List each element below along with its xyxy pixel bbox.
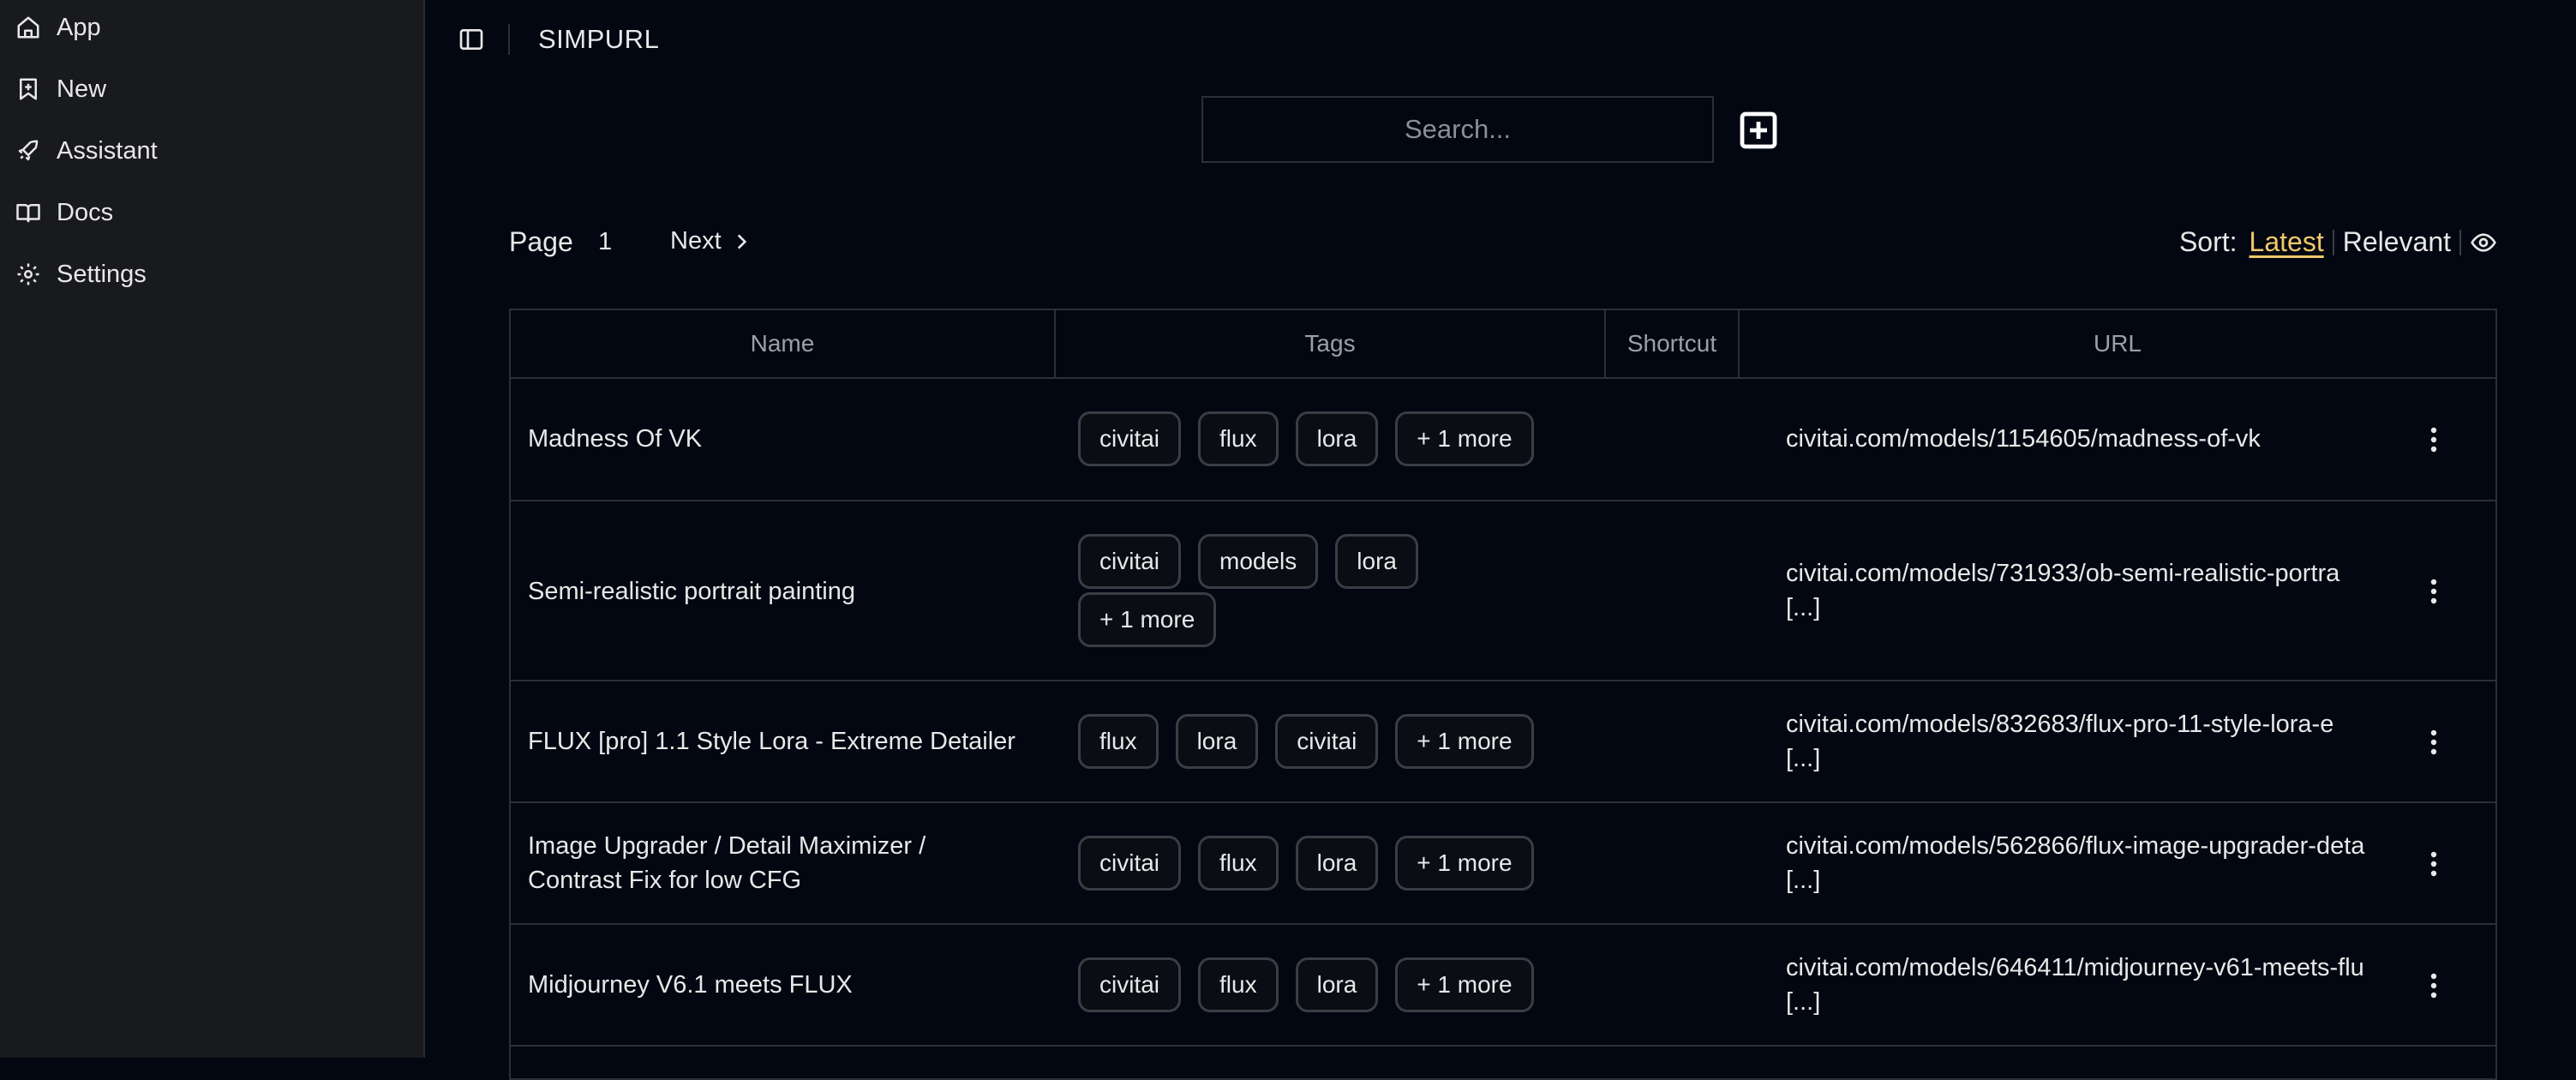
tag-chip[interactable]: lora [1175, 714, 1259, 769]
row-tags: civitai flux lora + 1 more [1078, 836, 1592, 891]
sort-controls: Sort: Latest Relevant [2179, 226, 2497, 258]
tag-chip[interactable]: flux [1078, 714, 1159, 769]
row-tags: flux lora civitai + 1 more [1078, 714, 1592, 769]
more-tags-chip[interactable]: + 1 more [1078, 592, 1217, 647]
url-text: civitai.com/models/1154605/madness-of-vk [1786, 425, 2261, 453]
url-ellipsis: [...] [1786, 867, 1821, 894]
tag-chip[interactable]: lora [1295, 411, 1379, 466]
app-title: SIMPURL [538, 24, 660, 54]
row-name: Midjourney V6.1 meets FLUX [528, 971, 853, 999]
more-tags-chip[interactable]: + 1 more [1395, 957, 1534, 1012]
more-vertical-icon[interactable] [2430, 579, 2437, 604]
table-row[interactable]: Madness Of VK civitai flux lora + 1 more… [511, 379, 2495, 501]
column-header-url: URL [2093, 330, 2142, 357]
sidebar-item-docs[interactable]: Docs [15, 195, 113, 230]
header-divider [508, 24, 510, 55]
row-tags: civitai flux lora + 1 more [1078, 957, 1592, 1012]
row-name: Madness Of VK [528, 425, 703, 453]
row-tags: civitai models lora + 1 more [1078, 534, 1489, 647]
tag-chip[interactable]: flux [1198, 836, 1279, 891]
tag-chip[interactable]: civitai [1078, 534, 1182, 589]
page-number: 1 [598, 228, 613, 255]
row-url[interactable]: civitai.com/models/731933/ob-semi-realis… [1786, 556, 2420, 625]
tag-chip[interactable]: civitai [1275, 714, 1379, 769]
tag-chip[interactable]: flux [1198, 411, 1279, 466]
tag-chip[interactable]: civitai [1078, 836, 1182, 891]
sidebar-item-assistant[interactable]: Assistant [15, 134, 158, 168]
sidebar: App New Assistant Docs Settings [0, 0, 425, 1058]
tag-chip[interactable]: civitai [1078, 957, 1182, 1012]
url-ellipsis: [...] [1786, 594, 1821, 621]
sidebar-item-app[interactable]: App [15, 10, 101, 45]
row-url[interactable]: civitai.com/models/832683/flux-pro-11-st… [1786, 707, 2420, 776]
bookmark-plus-icon [20, 78, 37, 100]
url-text: civitai.com/models/562866/flux-image-upg… [1786, 832, 2365, 860]
table-header: Name Tags Shortcut URL [511, 310, 2495, 379]
tag-chip[interactable]: flux [1198, 957, 1279, 1012]
sidebar-item-label: Settings [57, 260, 147, 288]
next-page-button[interactable]: Next [670, 227, 752, 255]
more-vertical-icon[interactable] [2430, 973, 2437, 999]
row-name: Semi-realistic portrait painting [528, 578, 855, 605]
sidebar-item-new[interactable]: New [15, 72, 106, 106]
next-label: Next [670, 227, 722, 255]
gear-icon [17, 263, 39, 285]
row-name: Image Upgrader / Detail Maximizer / Cont… [528, 832, 926, 894]
rocket-icon [18, 140, 39, 161]
sidebar-item-label: New [57, 75, 107, 103]
more-tags-chip[interactable]: + 1 more [1395, 714, 1534, 769]
more-vertical-icon[interactable] [2430, 729, 2437, 755]
add-link-button[interactable] [1738, 110, 1779, 151]
chevron-right-icon [737, 233, 746, 249]
home-icon [17, 16, 39, 39]
url-text: civitai.com/models/731933/ob-semi-realis… [1786, 560, 2340, 587]
sidebar-item-label: Assistant [57, 136, 158, 165]
row-url[interactable]: civitai.com/models/646411/midjourney-v61… [1786, 951, 2420, 1019]
tag-chip[interactable]: lora [1335, 534, 1418, 589]
table-row[interactable]: Midjourney V6.1 meets FLUX civitai flux … [511, 925, 2495, 1047]
more-vertical-icon[interactable] [2430, 427, 2437, 453]
table-row[interactable]: Image Upgrader / Detail Maximizer / Cont… [511, 803, 2495, 925]
row-name: FLUX [pro] 1.1 Style Lora - Extreme Deta… [528, 728, 1015, 755]
tag-chip[interactable]: models [1198, 534, 1319, 589]
sort-relevant-link[interactable]: Relevant [2343, 226, 2451, 258]
table-row[interactable]: FLUX [pro] 1.1 Style Lora - Extreme Deta… [511, 681, 2495, 803]
url-text: civitai.com/models/832683/flux-pro-11-st… [1786, 711, 2334, 738]
sort-latest-link[interactable]: Latest [2250, 226, 2324, 258]
more-vertical-icon[interactable] [2430, 851, 2437, 877]
row-url[interactable]: civitai.com/models/562866/flux-image-upg… [1786, 829, 2420, 897]
links-table: Name Tags Shortcut URL Madness Of VK civ… [509, 309, 2497, 1080]
more-tags-chip[interactable]: + 1 more [1395, 836, 1534, 891]
sidebar-item-label: Docs [57, 198, 114, 226]
sort-label: Sort: [2178, 226, 2238, 257]
tag-chip[interactable]: lora [1295, 957, 1379, 1012]
search-input[interactable] [1201, 96, 1714, 163]
book-icon [16, 204, 40, 223]
more-tags-chip[interactable]: + 1 more [1395, 411, 1534, 466]
column-header-shortcut: Shortcut [1606, 310, 1740, 377]
url-ellipsis: [...] [1786, 745, 1821, 772]
tag-chip[interactable]: civitai [1078, 411, 1182, 466]
table-row[interactable]: Semi-realistic portrait painting civitai… [511, 501, 2495, 681]
page-label: Page [509, 226, 573, 257]
url-ellipsis: [...] [1786, 988, 1821, 1016]
column-header-name: Name [511, 310, 1056, 377]
column-header-tags: Tags [1056, 310, 1606, 377]
url-text: civitai.com/models/646411/midjourney-v61… [1786, 954, 2364, 981]
sidebar-toggle-icon[interactable] [458, 26, 485, 53]
tag-chip[interactable]: lora [1295, 836, 1379, 891]
sidebar-item-settings[interactable]: Settings [15, 257, 147, 291]
row-url[interactable]: civitai.com/models/1154605/madness-of-vk [1786, 422, 2420, 456]
eye-icon[interactable] [2470, 229, 2497, 256]
row-tags: civitai flux lora + 1 more [1078, 411, 1592, 466]
sidebar-item-label: App [57, 13, 101, 41]
sort-divider [2332, 229, 2334, 255]
sort-divider [2459, 229, 2461, 255]
